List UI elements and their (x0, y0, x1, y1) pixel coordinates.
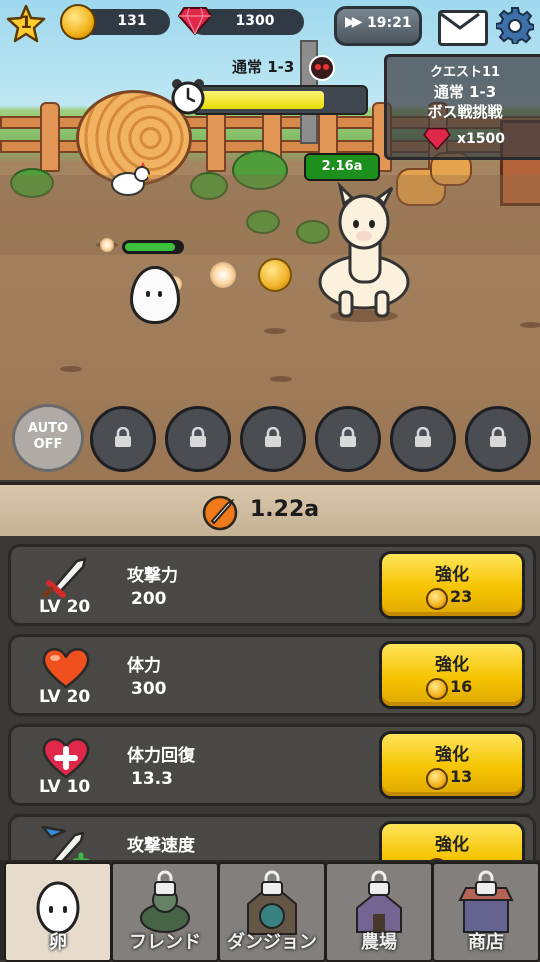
nav-tab[interactable]: 農場 (325, 862, 433, 962)
quest-objective: ボス戦挑戦 (427, 103, 503, 121)
gem-icon (423, 127, 451, 151)
player-level-badge[interactable]: 1 (6, 4, 46, 44)
coin-icon (426, 768, 448, 790)
top-bar: 1 131 1300 ▶▶ 19:21 (0, 0, 540, 50)
locked-skill-slot[interactable] (240, 406, 306, 472)
gem-amount: 1300 (235, 13, 275, 29)
lock-icon (261, 870, 283, 896)
sword-power-icon (202, 495, 238, 531)
upgrade-card: LV 10 体力回復 13.3 強化 13 (8, 724, 536, 806)
auto-state-label: OFF (33, 437, 63, 452)
auto-skill-toggle[interactable]: AUTO OFF (12, 404, 84, 472)
stage-time-fill (198, 91, 324, 109)
upgrade-level: LV 20 (39, 597, 91, 617)
upgrade-button-label: 強化 (435, 565, 469, 585)
upgrade-value: 300 (131, 679, 167, 699)
auto-label: AUTO (27, 421, 69, 436)
locked-skill-slot[interactable] (165, 406, 231, 472)
boss-skull-icon (309, 55, 335, 81)
heart-plus-icon (39, 735, 93, 779)
locked-skill-slot[interactable] (315, 406, 381, 472)
upgrade-button[interactable]: 強化 13 (379, 731, 525, 799)
dps-value: 1.22a (250, 497, 320, 522)
upgrade-cost: 13 (450, 767, 473, 786)
stage-label: 通常 1-3 (232, 58, 295, 76)
nav-tab-label: 卵 (49, 932, 67, 953)
nav-tab[interactable]: フレンド (111, 862, 219, 962)
mail-icon (440, 12, 480, 30)
boss-hp-label: 2.16a (304, 153, 380, 181)
nav-tab[interactable]: 商店 (432, 862, 540, 962)
upgrade-cost: 23 (450, 587, 473, 606)
upgrade-button-label: 強化 (435, 835, 469, 855)
lock-icon (190, 427, 206, 447)
fast-forward-timer: 19:21 (367, 15, 412, 31)
upgrade-name: 攻撃力 (127, 566, 178, 586)
upgrade-button-label: 強化 (435, 745, 469, 765)
locked-skill-slot[interactable] (465, 406, 531, 472)
upgrade-name: 攻撃速度 (127, 836, 195, 856)
lock-icon (415, 427, 431, 447)
upgrade-panel[interactable]: LV 20 攻撃力 200 強化 23 LV 20 体力 300 強化 16 LV 10 体力回復 13… (0, 536, 540, 866)
upgrade-button-label: 強化 (435, 655, 469, 675)
quest-title: クエスト11 (429, 65, 501, 80)
coin-amount: 131 (117, 13, 147, 29)
upgrade-level: LV 20 (39, 687, 91, 707)
lock-icon (368, 870, 390, 896)
lock-icon (340, 427, 356, 447)
coin-icon (426, 678, 448, 700)
nav-tab-label: 商店 (468, 932, 504, 953)
lock-icon (490, 427, 506, 447)
nav-tab[interactable]: 卵 (4, 862, 112, 962)
fast-forward-button[interactable]: ▶▶ 19:21 (334, 6, 422, 46)
egg-hp-fill (125, 243, 175, 251)
coin-icon (426, 588, 448, 610)
nav-tab-label: フレンド (129, 932, 201, 953)
player-level: 1 (20, 13, 32, 33)
sword-icon (39, 555, 93, 599)
mail-button[interactable] (438, 10, 488, 46)
alarm-clock-icon (171, 79, 205, 115)
hit-spark (210, 262, 236, 288)
settings-gear-icon[interactable] (496, 6, 534, 44)
heart-icon (39, 645, 93, 689)
egg-icon (36, 881, 80, 935)
egg-hero-sprite (130, 266, 180, 324)
upgrade-level: LV 10 (39, 777, 91, 797)
upgrade-cost: 16 (450, 677, 473, 696)
bottom-nav: 卵 フレンド ダンジョン 農場 商店 (0, 860, 540, 962)
quest-panel[interactable]: クエスト11 通常 1-3 ボス戦挑戦 x1500 (384, 54, 540, 160)
nav-tab[interactable]: ダンジョン (218, 862, 326, 962)
dps-bar: 1.22a (0, 482, 540, 542)
hit-spark (100, 238, 114, 252)
nav-tab-label: 農場 (361, 932, 397, 953)
gem-icon (178, 7, 212, 35)
upgrade-name: 体力回復 (127, 746, 195, 766)
upgrade-button[interactable]: 強化 16 (379, 641, 525, 709)
locked-skill-slot[interactable] (90, 406, 156, 472)
lock-icon (265, 427, 281, 447)
fast-forward-icon: ▶▶ (345, 14, 362, 30)
chicken-sprite (111, 162, 153, 196)
upgrade-value: 200 (131, 589, 167, 609)
lock-icon (115, 427, 131, 447)
egg-hp-bar (122, 240, 184, 254)
upgrade-card: LV 20 体力 300 強化 16 (8, 634, 536, 716)
locked-skill-slot[interactable] (390, 406, 456, 472)
upgrade-button[interactable]: 強化 23 (379, 551, 525, 619)
dropped-coin[interactable] (258, 258, 292, 292)
lock-icon (154, 870, 176, 896)
quest-reward: x1500 (457, 131, 505, 147)
nav-tab-label: ダンジョン (227, 932, 317, 953)
alpaca-boss-sprite (318, 182, 410, 322)
upgrade-card: 攻撃速度 強化 (8, 814, 536, 866)
lock-icon (475, 870, 497, 896)
upgrade-card: LV 20 攻撃力 200 強化 23 (8, 544, 536, 626)
coin-icon (60, 4, 96, 40)
quest-stage: 通常 1-3 (433, 83, 497, 101)
stage-time-bar (192, 85, 368, 115)
upgrade-name: 体力 (127, 656, 161, 676)
upgrade-value: 13.3 (131, 769, 173, 789)
